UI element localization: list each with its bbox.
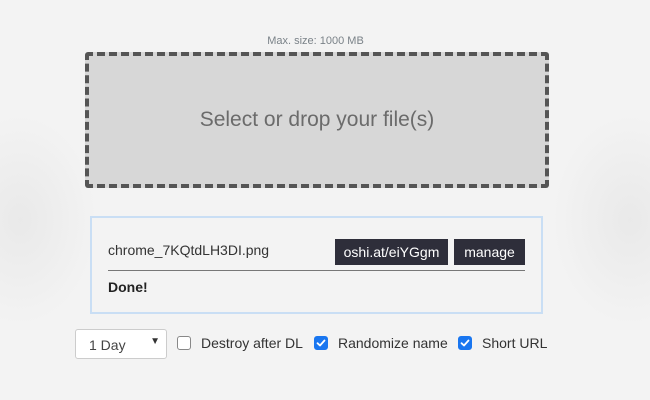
card-divider — [108, 270, 525, 271]
short-url-option[interactable]: Short URL — [458, 334, 547, 352]
expiry-select[interactable]: 1 Day ▼ — [75, 329, 167, 359]
destroy-after-dl-checkbox[interactable] — [177, 336, 191, 350]
expiry-selected-value: 1 Day — [89, 337, 126, 353]
destroy-after-dl-label: Destroy after DL — [201, 335, 303, 351]
short-link-button[interactable]: oshi.at/eiYGgm — [335, 239, 448, 265]
check-icon — [316, 339, 326, 347]
uploaded-file-card: chrome_7KQtdLH3DI.png oshi.at/eiYGgm man… — [90, 216, 543, 314]
short-url-checkbox[interactable] — [458, 336, 472, 350]
short-url-label: Short URL — [482, 335, 548, 351]
dropzone-label: Select or drop your file(s) — [199, 108, 435, 131]
max-size-label: Max. size: 1000 MB — [267, 35, 364, 47]
file-name: chrome_7KQtdLH3DI.png — [108, 242, 270, 258]
check-icon — [460, 339, 470, 347]
manage-button[interactable]: manage — [454, 239, 525, 265]
randomize-name-checkbox[interactable] — [314, 336, 328, 350]
upload-status: Done! — [108, 279, 148, 295]
destroy-after-dl-option[interactable]: Destroy after DL — [177, 334, 303, 352]
file-dropzone[interactable]: Select or drop your file(s) — [85, 52, 549, 188]
upload-page: Max. size: 1000 MB Select or drop your f… — [0, 0, 650, 400]
randomize-name-label: Randomize name — [338, 335, 448, 351]
randomize-name-option[interactable]: Randomize name — [314, 334, 448, 352]
chevron-down-icon: ▼ — [150, 336, 160, 347]
